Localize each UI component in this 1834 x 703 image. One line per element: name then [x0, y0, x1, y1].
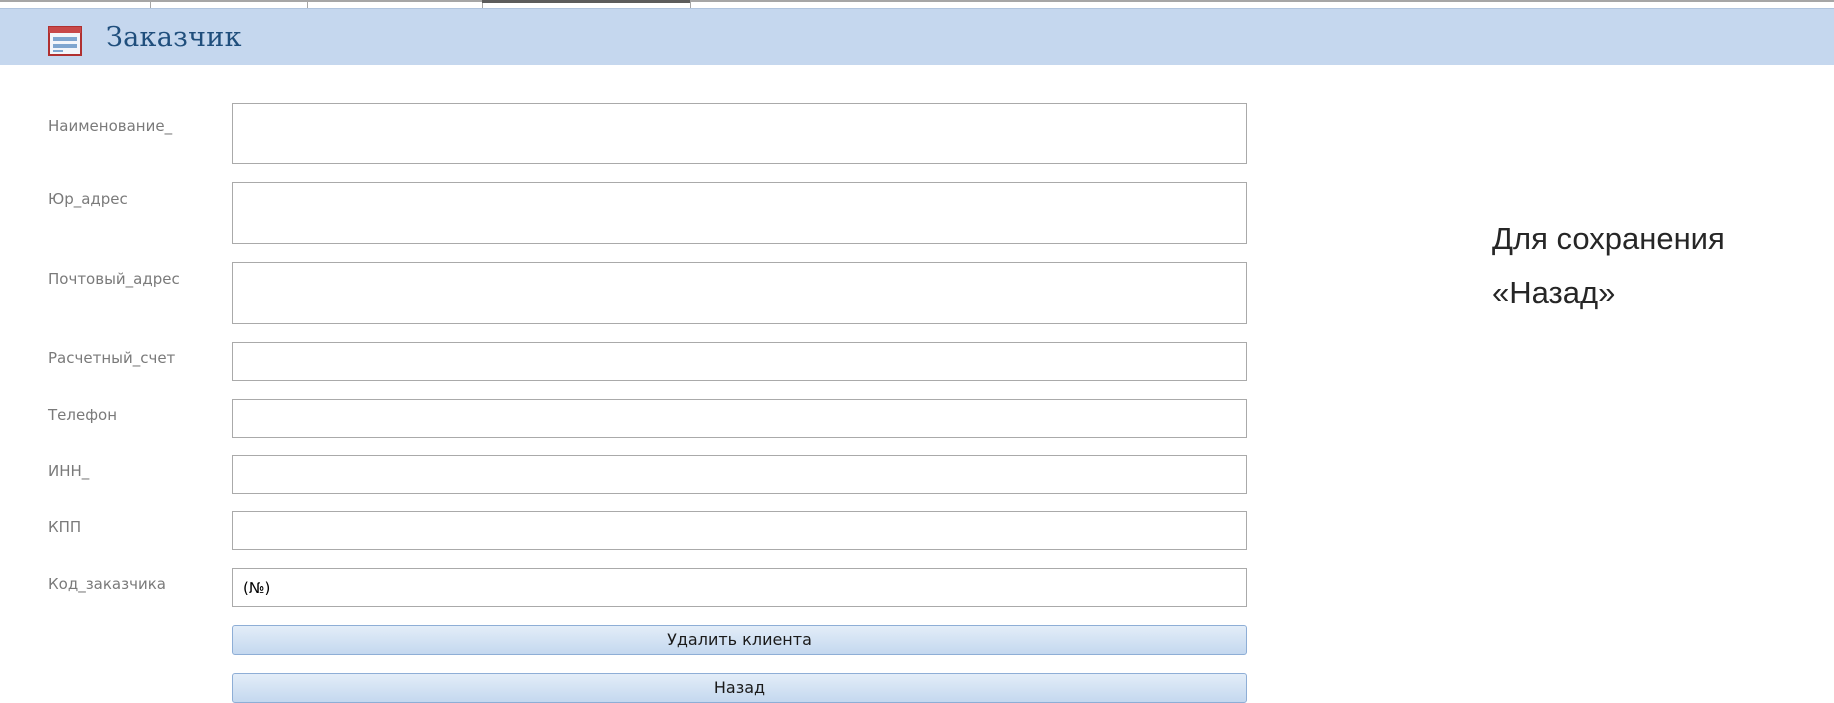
delete-client-button[interactable]: Удалить клиента — [232, 625, 1247, 655]
instruction-line-2: «Назад» — [1492, 275, 1616, 310]
tab-strip-border — [0, 0, 1834, 2]
label-inn: ИНН_ — [48, 462, 90, 480]
customer-code-field[interactable] — [232, 568, 1247, 607]
label-legal-address: Юр_адрес — [48, 190, 128, 208]
name-field[interactable] — [232, 103, 1247, 164]
active-tab-indicator — [482, 0, 690, 3]
instruction-text: Для сохранения «Назад» — [1492, 212, 1725, 320]
form-icon — [48, 26, 82, 56]
form-title: Заказчик — [106, 22, 242, 53]
label-phone: Телефон — [48, 406, 118, 424]
label-customer-code: Код_заказчика — [48, 575, 166, 593]
postal-address-field[interactable] — [232, 262, 1247, 324]
inn-field[interactable] — [232, 455, 1247, 494]
phone-field[interactable] — [232, 399, 1247, 438]
legal-address-field[interactable] — [232, 182, 1247, 244]
label-bank-account: Расчетный_счет — [48, 349, 176, 367]
kpp-field[interactable] — [232, 511, 1247, 550]
label-kpp: КПП — [48, 518, 82, 536]
form-header: Заказчик — [0, 8, 1834, 65]
bank-account-field[interactable] — [232, 342, 1247, 381]
back-button[interactable]: Назад — [232, 673, 1247, 703]
label-postal-address: Почтовый_адрес — [48, 270, 180, 288]
instruction-line-1: Для сохранения — [1492, 221, 1725, 256]
label-name: Наименование_ — [48, 117, 173, 135]
